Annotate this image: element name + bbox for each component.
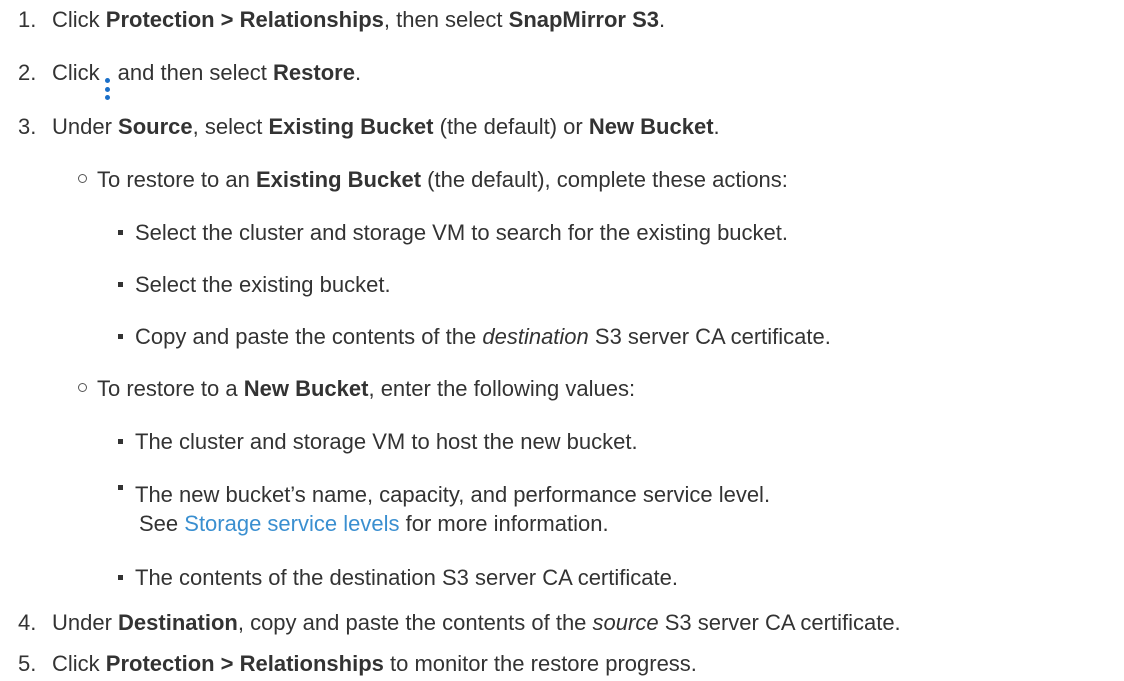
option-text: (the default), complete these actions: (421, 167, 788, 192)
step-text: Click (52, 60, 100, 85)
new-bucket-option: To restore to a New Bucket, enter the fo… (78, 375, 635, 403)
list-item-text: Select the existing bucket. (135, 272, 391, 297)
step-number: 4. (18, 610, 37, 635)
step-1: 1. Click Protection > Relationships, then… (18, 6, 665, 34)
list-item-text: The contents of the destination S3 serve… (135, 565, 678, 590)
square-bullet-icon (118, 485, 123, 490)
step-text: . (354, 60, 362, 85)
step-text: and then select (117, 60, 274, 85)
step-5: 5. Click Protection > Relationships to mo… (18, 650, 697, 678)
option-name: Existing Bucket (255, 167, 422, 192)
action-name: Restore (273, 60, 355, 85)
step-text: , copy and paste the contents of the (237, 610, 593, 635)
section-name: Destination (118, 610, 238, 635)
step-text: S3 server CA certificate. (658, 610, 901, 635)
storage-service-levels-link[interactable]: Storage service levels (184, 511, 399, 536)
option-name: Existing Bucket (268, 114, 434, 139)
circle-bullet-icon (78, 383, 87, 392)
list-item-text: Copy and paste the contents of the (135, 324, 483, 349)
list-item: Select the cluster and storage VM to sea… (118, 219, 788, 247)
existing-bucket-option: To restore to an Existing Bucket (the de… (78, 166, 788, 194)
step-text: Under (52, 610, 119, 635)
list-item: Select the existing bucket. (118, 271, 391, 299)
relationship-name: SnapMirror S3 (508, 7, 660, 32)
option-name: New Bucket (588, 114, 714, 139)
step-text: . (713, 114, 720, 139)
option-text: , enter the following values: (368, 376, 636, 401)
square-bullet-icon (118, 282, 123, 287)
kebab-menu-icon (104, 78, 112, 100)
step-text: , then select (383, 7, 509, 32)
step-text: Click (52, 651, 106, 676)
square-bullet-icon (118, 439, 123, 444)
list-item-text: Select the cluster and storage VM to sea… (135, 220, 789, 245)
square-bullet-icon (118, 230, 123, 235)
list-item-text: The new bucket’s name, capacity, and per… (135, 482, 771, 507)
emphasis: source (592, 610, 659, 635)
option-text: To restore to a (97, 376, 244, 401)
see-also: See Storage service levels for more info… (139, 510, 609, 538)
list-item-text: The cluster and storage VM to host the n… (135, 429, 638, 454)
list-item-text: S3 server CA certificate. (588, 324, 831, 349)
step-number: 2. (18, 60, 37, 85)
step-text: Click (52, 7, 106, 32)
option-text: To restore to an (97, 167, 256, 192)
see-also-text: See (139, 511, 185, 536)
step-text: , select (192, 114, 269, 139)
step-text: to monitor the restore progress. (383, 651, 697, 676)
list-item: The contents of the destination S3 serve… (118, 564, 678, 592)
list-item: Copy and paste the contents of the desti… (118, 323, 831, 351)
step-text: (the default) or (433, 114, 589, 139)
step-number: 1. (18, 7, 37, 32)
menu-path: Protection > Relationships (105, 7, 384, 32)
menu-path: Protection > Relationships (105, 651, 384, 676)
step-4: 4. Under Destination, copy and paste the … (18, 609, 901, 637)
section-name: Source (118, 114, 193, 139)
square-bullet-icon (118, 575, 123, 580)
step-2: 2. Click and then select Restore. (18, 59, 361, 100)
step-3: 3. Under Source, select Existing Bucket (… (18, 113, 720, 141)
see-also-text: for more information. (399, 511, 609, 536)
option-name: New Bucket (243, 376, 369, 401)
circle-bullet-icon (78, 174, 87, 183)
step-number: 5. (18, 651, 37, 676)
step-number: 3. (18, 114, 37, 139)
list-item: The cluster and storage VM to host the n… (118, 428, 638, 456)
list-item: The new bucket’s name, capacity, and per… (118, 481, 770, 509)
emphasis: destination (482, 324, 589, 349)
step-text: Under (52, 114, 119, 139)
square-bullet-icon (118, 334, 123, 339)
step-text: . (659, 7, 666, 32)
procedure-document: 1. Click Protection > Relationships, then… (0, 0, 1124, 681)
